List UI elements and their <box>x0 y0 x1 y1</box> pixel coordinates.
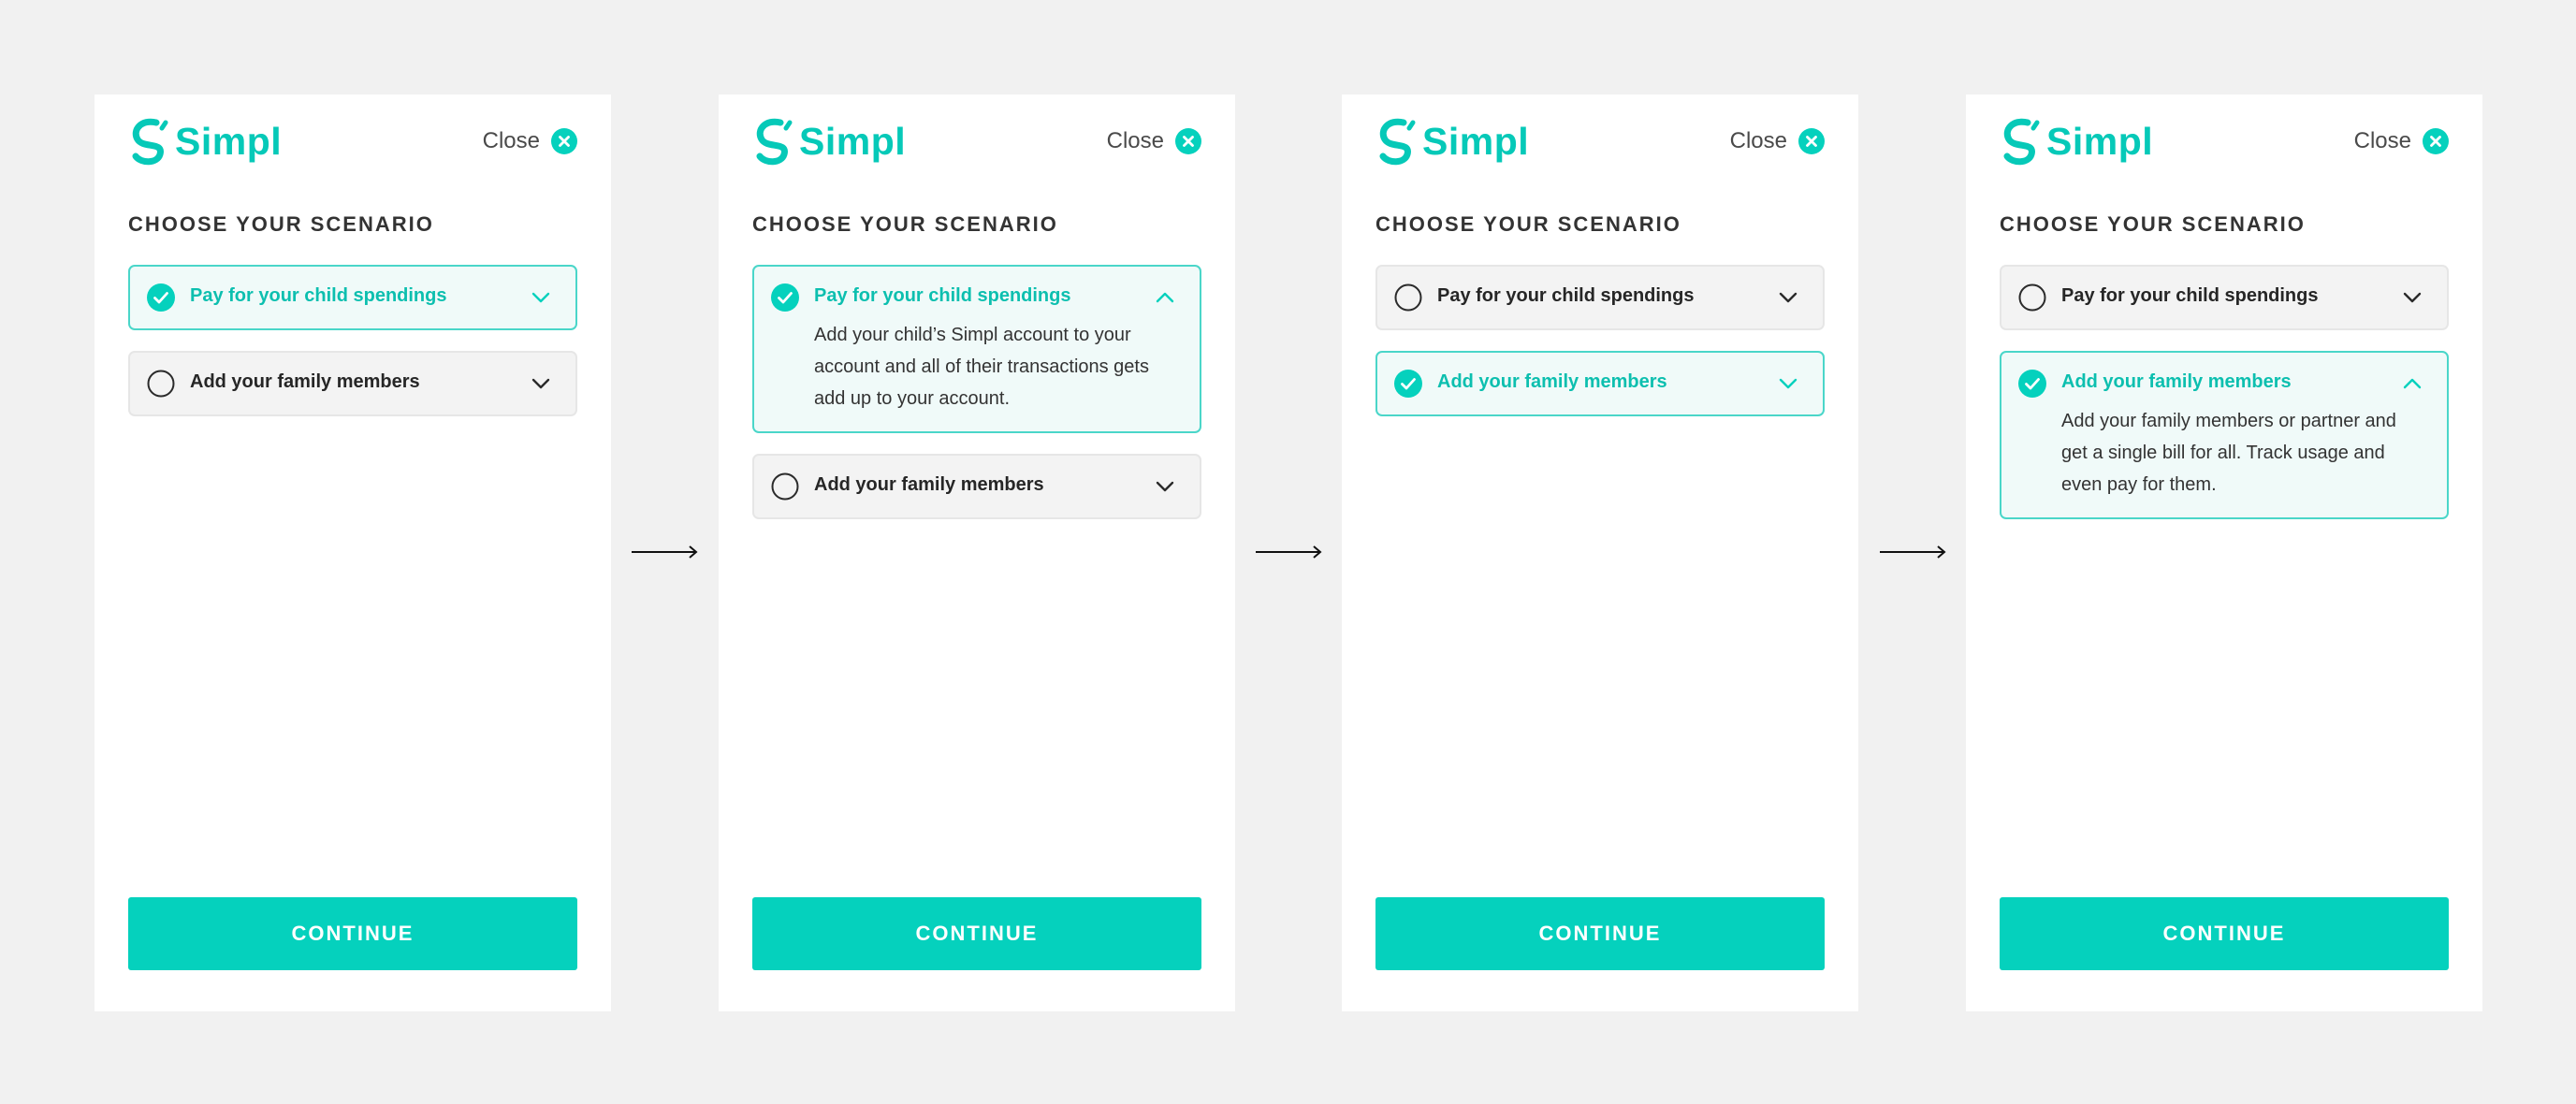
scenario-option-description: Add your family members or partner and g… <box>2061 411 2396 495</box>
close-button[interactable]: Close <box>1107 126 1201 156</box>
scenario-option-title: Pay for your child spendings <box>190 285 447 306</box>
chevron-down-icon[interactable] <box>531 289 551 306</box>
flow-stage: Simpl Close CHOOSE YOUR SCENARIO Pay for… <box>0 0 2576 1104</box>
brand: Simpl <box>1375 117 1529 166</box>
continue-button[interactable]: CONTINUE <box>752 897 1201 970</box>
scenario-option-header[interactable]: Add your family members <box>754 456 1200 517</box>
check-circle-icon[interactable] <box>147 283 175 312</box>
chevron-down-icon[interactable] <box>1778 289 1798 306</box>
scenario-option[interactable]: Pay for your child spendings <box>128 265 577 330</box>
brand-name: Simpl <box>799 119 907 163</box>
radio-empty-icon[interactable] <box>147 370 175 398</box>
scenario-option[interactable]: Pay for your child spendings <box>2000 265 2449 330</box>
scenario-option[interactable]: Pay for your child spendings <box>1375 265 1825 330</box>
brand-name: Simpl <box>175 119 283 163</box>
simpl-logo-icon <box>756 118 793 166</box>
scenario-screen-1: Simpl Close CHOOSE YOUR SCENARIO Pay for… <box>95 94 611 1011</box>
close-icon <box>551 128 577 154</box>
scenario-option-title: Pay for your child spendings <box>1437 285 1695 306</box>
scenario-option[interactable]: Pay for your child spendings Add your chi… <box>752 265 1201 433</box>
chevron-down-icon[interactable] <box>1155 478 1175 495</box>
close-label: Close <box>482 128 540 153</box>
check-circle-icon[interactable] <box>1394 370 1422 398</box>
scenario-option-header[interactable]: Pay for your child spendings <box>2001 267 2447 328</box>
page-title: CHOOSE YOUR SCENARIO <box>2000 212 2306 236</box>
scenario-screen-4: Simpl Close CHOOSE YOUR SCENARIO Pay for… <box>1966 94 2482 1011</box>
close-icon <box>1175 128 1201 154</box>
chevron-down-icon[interactable] <box>1778 375 1798 392</box>
scenario-options: Pay for your child spendings Add your fam… <box>1375 265 1825 437</box>
simpl-logo-icon <box>1379 118 1416 166</box>
scenario-options: Pay for your child spendings Add your chi… <box>752 265 1201 540</box>
close-label: Close <box>2353 128 2411 153</box>
arrow-right-icon <box>1256 545 1322 559</box>
scenario-option-title: Add your family members <box>190 371 420 392</box>
radio-empty-icon[interactable] <box>771 472 799 501</box>
scenario-option[interactable]: Add your family members Add your family m… <box>2000 351 2449 519</box>
scenario-screen-2: Simpl Close CHOOSE YOUR SCENARIO Pay for… <box>719 94 1235 1011</box>
close-button[interactable]: Close <box>1730 126 1825 156</box>
brand: Simpl <box>128 117 282 166</box>
page-title: CHOOSE YOUR SCENARIO <box>128 212 434 236</box>
scenario-options: Pay for your child spendings Add your fam… <box>2000 265 2449 540</box>
simpl-logo-icon <box>132 118 168 166</box>
scenario-option-title: Add your family members <box>814 474 1044 495</box>
simpl-logo-icon <box>2003 118 2040 166</box>
close-icon <box>1798 128 1825 154</box>
close-label: Close <box>1729 128 1787 153</box>
scenario-option-title: Add your family members <box>1437 371 1667 392</box>
scenario-option[interactable]: Add your family members <box>128 351 577 416</box>
chevron-up-icon[interactable] <box>2402 375 2423 392</box>
page-title: CHOOSE YOUR SCENARIO <box>752 212 1058 236</box>
check-circle-icon[interactable] <box>2018 370 2046 398</box>
close-button[interactable]: Close <box>483 126 577 156</box>
scenario-option-title: Pay for your child spendings <box>814 285 1071 306</box>
page-title: CHOOSE YOUR SCENARIO <box>1375 212 1681 236</box>
brand: Simpl <box>2000 117 2153 166</box>
continue-button[interactable]: CONTINUE <box>1375 897 1825 970</box>
scenario-options: Pay for your child spendings Add your fam… <box>128 265 577 437</box>
chevron-down-icon[interactable] <box>2402 289 2423 306</box>
brand-name: Simpl <box>1422 119 1530 163</box>
scenario-screen-3: Simpl Close CHOOSE YOUR SCENARIO Pay for… <box>1342 94 1858 1011</box>
chevron-down-icon[interactable] <box>531 375 551 392</box>
scenario-option-title: Add your family members <box>2061 371 2292 392</box>
chevron-up-icon[interactable] <box>1155 289 1175 306</box>
close-icon <box>2423 128 2449 154</box>
brand-name: Simpl <box>2046 119 2154 163</box>
continue-button[interactable]: CONTINUE <box>128 897 577 970</box>
arrow-right-icon <box>1880 545 1946 559</box>
scenario-option-title: Pay for your child spendings <box>2061 285 2319 306</box>
scenario-option-description: Add your child’s Simpl account to your a… <box>814 325 1149 409</box>
continue-button[interactable]: CONTINUE <box>2000 897 2449 970</box>
scenario-option[interactable]: Add your family members <box>752 454 1201 519</box>
scenario-option-header[interactable]: Pay for your child spendings <box>754 267 1200 328</box>
scenario-option-header[interactable]: Pay for your child spendings <box>1377 267 1823 328</box>
scenario-option-header[interactable]: Pay for your child spendings <box>130 267 575 328</box>
arrow-right-icon <box>632 545 698 559</box>
scenario-option-header[interactable]: Add your family members <box>2001 353 2447 414</box>
radio-empty-icon[interactable] <box>1394 283 1422 312</box>
brand: Simpl <box>752 117 906 166</box>
radio-empty-icon[interactable] <box>2018 283 2046 312</box>
close-button[interactable]: Close <box>2354 126 2449 156</box>
scenario-option[interactable]: Add your family members <box>1375 351 1825 416</box>
scenario-option-header[interactable]: Add your family members <box>1377 353 1823 414</box>
check-circle-icon[interactable] <box>771 283 799 312</box>
close-label: Close <box>1106 128 1164 153</box>
scenario-option-header[interactable]: Add your family members <box>130 353 575 414</box>
